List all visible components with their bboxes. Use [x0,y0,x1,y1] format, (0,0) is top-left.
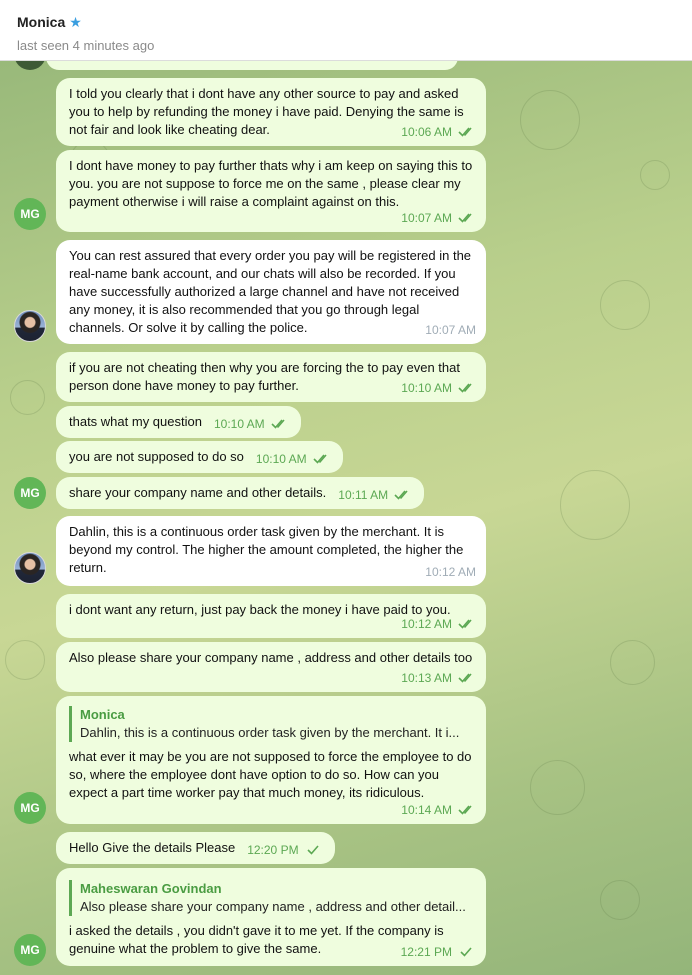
message-time: 12:20 PM [247,843,299,857]
message-bubble[interactable]: Also please share your company name , ad… [56,642,486,692]
reply-quote[interactable]: Monica Dahlin, this is a continuous orde… [69,706,474,742]
check-icon [458,946,476,958]
message-time: 10:07 AM [401,211,452,225]
double-check-icon [458,126,476,138]
avatar[interactable]: MG [14,934,46,966]
message-text: you are not supposed to do so [69,449,244,464]
double-check-icon [394,489,412,501]
message-bubble[interactable]: Hello Give the details Please 12:20 PM [56,832,335,864]
message-text: Hello Give the details Please [69,840,236,855]
message-bubble[interactable]: You can rest assured that every order yo… [56,240,486,344]
message-time: 12:21 PM [400,945,452,959]
chat-header[interactable]: Monica ★ last seen 4 minutes ago [0,0,692,61]
double-check-icon [458,618,476,630]
message-bubble[interactable]: Dahlin, this is a continuous order task … [56,516,486,586]
double-check-icon [458,804,476,816]
message-bubble[interactable]: I told you clearly that i dont have any … [56,78,486,146]
message-time: 10:10 AM [401,381,452,395]
avatar[interactable]: MG [14,198,46,230]
reply-author: Monica [80,707,125,722]
message-text: i asked the details , you didn't gave it… [69,923,448,956]
message-time: 10:14 AM [401,803,452,817]
message-time: 10:10 AM [255,452,307,466]
reply-text: Also please share your company name , ad… [80,899,466,914]
message-text: what ever it may be you are not supposed… [69,749,476,800]
reply-quote[interactable]: Maheswaran Govindan Also please share yo… [69,880,474,916]
double-check-icon [458,212,476,224]
message-time: 10:13 AM [401,671,452,685]
avatar[interactable]: MG [14,792,46,824]
message-bubble[interactable]: i dont want any return, just pay back th… [56,594,486,638]
double-check-icon [458,382,476,394]
avatar[interactable] [14,552,46,584]
message-text: thats what my question [69,414,202,429]
message-text: You can rest assured that every order yo… [69,248,475,335]
message-bubble[interactable]: I dont have money to pay further thats w… [56,150,486,232]
message-time: 10:07 AM [425,323,476,337]
contact-name[interactable]: Monica [17,14,65,30]
avatar[interactable]: MG [14,477,46,509]
message-text: i dont want any return, just pay back th… [69,602,451,617]
avatar[interactable] [14,310,46,342]
message-text: Dahlin, this is a continuous order task … [69,524,467,575]
message-time: 10:12 AM [425,565,476,579]
reply-text: Dahlin, this is a continuous order task … [80,725,460,740]
contact-status: last seen 4 minutes ago [17,38,155,53]
message-bubble[interactable]: share your company name and other detail… [56,477,425,509]
star-icon: ★ [69,14,82,30]
message-time: 10:10 AM [213,417,265,431]
double-check-icon [271,418,289,430]
double-check-icon [458,672,476,684]
message-bubble[interactable]: Maheswaran Govindan Also please share yo… [56,868,486,966]
reply-author: Maheswaran Govindan [80,881,222,896]
message-time: 10:11 AM [338,488,389,502]
message-text: Also please share your company name , ad… [69,650,473,665]
message-bubble[interactable]: if you are not cheating then why you are… [56,352,486,402]
double-check-icon [313,453,331,465]
message-time: 10:12 AM [401,617,452,631]
message-text: I dont have money to pay further thats w… [69,158,476,209]
message-text: share your company name and other detail… [69,485,327,500]
message-bubble[interactable]: thats what my question 10:10 AM [56,406,301,438]
message-bubble[interactable]: you are not supposed to do so 10:10 AM [56,441,343,473]
message-time: 10:06 AM [401,125,452,139]
message-bubble[interactable]: Monica Dahlin, this is a continuous orde… [56,696,486,824]
check-icon [305,844,323,856]
